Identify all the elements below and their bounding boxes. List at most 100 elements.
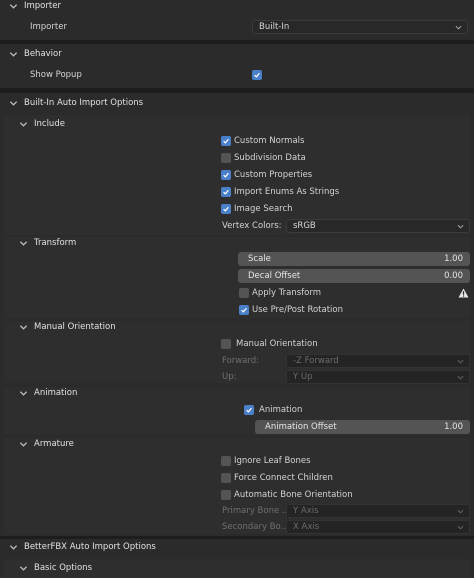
auto-bone-orientation-checkbox[interactable]: Automatic Bone Orientation [221,488,353,502]
behavior-header-label: Behavior [24,49,62,59]
dropdown-arrow-icon [457,223,464,230]
animation-subpanel-header[interactable]: Animation [19,385,77,401]
import-enums-checkbox[interactable]: Import Enums As Strings [221,185,339,199]
checkbox-empty-icon [221,339,231,349]
dropdown-arrow-icon [455,24,462,31]
forward-value: -Z Forward [293,356,339,366]
up-value: Y Up [293,372,313,382]
checkmark-icon [221,187,231,197]
manual-orientation-header-label: Manual Orientation [34,322,116,332]
behavior-panel: Behavior Show Popup [0,44,474,88]
subdivision-data-label: Subdivision Data [234,153,306,163]
chevron-down-icon [19,323,28,332]
chevron-down-icon [9,99,18,108]
ignore-leaf-bones-label: Ignore Leaf Bones [234,456,311,466]
image-search-checkbox[interactable]: Image Search [221,202,293,216]
warning-icon [458,288,469,298]
checkmark-icon [244,405,254,415]
primary-bone-select[interactable]: Y Axis [286,504,470,518]
basic-options-header-label: Basic Options [34,563,93,573]
vertex-colors-value: sRGB [293,221,316,231]
custom-normals-label: Custom Normals [234,136,305,146]
checkmark-icon [221,170,231,180]
chevron-down-icon [19,120,28,129]
chevron-down-icon [19,239,28,248]
apply-transform-checkbox[interactable]: Apply Transform [239,286,321,300]
betterfbx-options-panel: BetterFBX Auto Import Options Basic Opti… [0,539,474,578]
dropdown-arrow-icon [457,508,464,515]
include-header-label: Include [34,119,65,129]
vertex-colors-select[interactable]: sRGB [286,219,470,233]
secondary-bone-select[interactable]: X Axis [286,520,470,534]
use-prepost-rotation-label: Use Pre/Post Rotation [252,305,343,315]
builtin-panel-header[interactable]: Built-In Auto Import Options [9,95,143,111]
scale-label: Scale [248,254,271,264]
dropdown-arrow-icon [457,524,464,531]
import-enums-label: Import Enums As Strings [234,187,340,197]
vertex-colors-label: Vertex Colors: [222,221,282,231]
transform-subpanel-header[interactable]: Transform [19,235,76,251]
basic-options-subpanel: Basic Options [4,559,470,578]
image-search-label: Image Search [234,204,293,214]
manual-orientation-subpanel: Manual Orientation Manual Orientation Fo… [4,319,470,384]
chevron-down-icon [9,50,18,59]
chevron-down-icon [19,440,28,449]
builtin-options-panel: Built-In Auto Import Options Include Cus… [0,93,474,536]
include-subpanel: Include Custom Normals Subdivision Data … [4,115,470,235]
up-select[interactable]: Y Up [286,370,470,384]
decal-offset-label: Decal Offset [248,271,301,281]
decal-offset-value: 0.00 [444,271,463,281]
scale-field[interactable]: Scale 1.00 [238,252,470,266]
custom-properties-label: Custom Properties [234,170,313,180]
forward-select[interactable]: -Z Forward [286,354,470,368]
checkmark-icon [221,204,231,214]
custom-properties-checkbox[interactable]: Custom Properties [221,168,312,182]
primary-bone-value: Y Axis [293,506,319,516]
checkbox-empty-icon [221,456,231,466]
betterfbx-panel-header[interactable]: BetterFBX Auto Import Options [9,539,156,555]
manual-orientation-subpanel-header[interactable]: Manual Orientation [19,319,116,335]
builtin-header-label: Built-In Auto Import Options [24,98,144,108]
chevron-down-icon [9,543,18,552]
chevron-down-icon [19,564,28,573]
subdivision-data-checkbox[interactable]: Subdivision Data [221,151,306,165]
armature-subpanel-header[interactable]: Armature [19,436,74,452]
custom-normals-checkbox[interactable]: Custom Normals [221,134,304,148]
animation-offset-field[interactable]: Animation Offset 1.00 [255,420,470,434]
basic-options-subpanel-header[interactable]: Basic Options [19,560,92,576]
use-prepost-rotation-checkbox[interactable]: Use Pre/Post Rotation [239,303,343,317]
importer-panel-header[interactable]: Importer [9,0,61,14]
up-label: Up: [222,372,237,382]
importer-select-value: Built-In [259,22,290,32]
armature-subpanel: Armature Ignore Leaf Bones Force Connect… [4,438,470,534]
ignore-leaf-bones-checkbox[interactable]: Ignore Leaf Bones [221,454,311,468]
importer-label: Importer [30,22,67,32]
importer-select[interactable]: Built-In [252,20,468,34]
betterfbx-header-label: BetterFBX Auto Import Options [24,542,156,552]
force-connect-children-label: Force Connect Children [234,473,333,483]
secondary-bone-label: Secondary Bo... [222,522,289,532]
transform-header-label: Transform [34,238,77,248]
chevron-down-icon [9,2,18,11]
animation-label: Animation [259,405,303,415]
primary-bone-label: Primary Bone ... [222,506,291,516]
transform-subpanel: Transform Scale 1.00 Decal Offset 0.00 A… [4,237,470,318]
animation-checkbox[interactable]: Animation [244,403,302,417]
manual-orientation-checkbox[interactable]: Manual Orientation [221,337,318,351]
importer-header-label: Importer [24,1,61,11]
force-connect-children-checkbox[interactable]: Force Connect Children [221,471,333,485]
apply-transform-label: Apply Transform [252,288,321,298]
animation-header-label: Animation [34,388,78,398]
checkbox-empty-icon [221,153,231,163]
secondary-bone-value: X Axis [293,522,320,532]
show-popup-checkbox[interactable] [252,68,265,82]
checkbox-empty-icon [239,288,249,298]
decal-offset-field[interactable]: Decal Offset 0.00 [238,269,470,283]
animation-subpanel: Animation Animation Animation Offset 1.0… [4,387,470,435]
animation-offset-label: Animation Offset [265,422,337,432]
dropdown-arrow-icon [457,374,464,381]
importer-panel: Importer Importer Built-In [0,0,474,40]
include-subpanel-header[interactable]: Include [19,116,65,132]
behavior-panel-header[interactable]: Behavior [9,46,62,62]
checkbox-empty-icon [221,490,231,500]
